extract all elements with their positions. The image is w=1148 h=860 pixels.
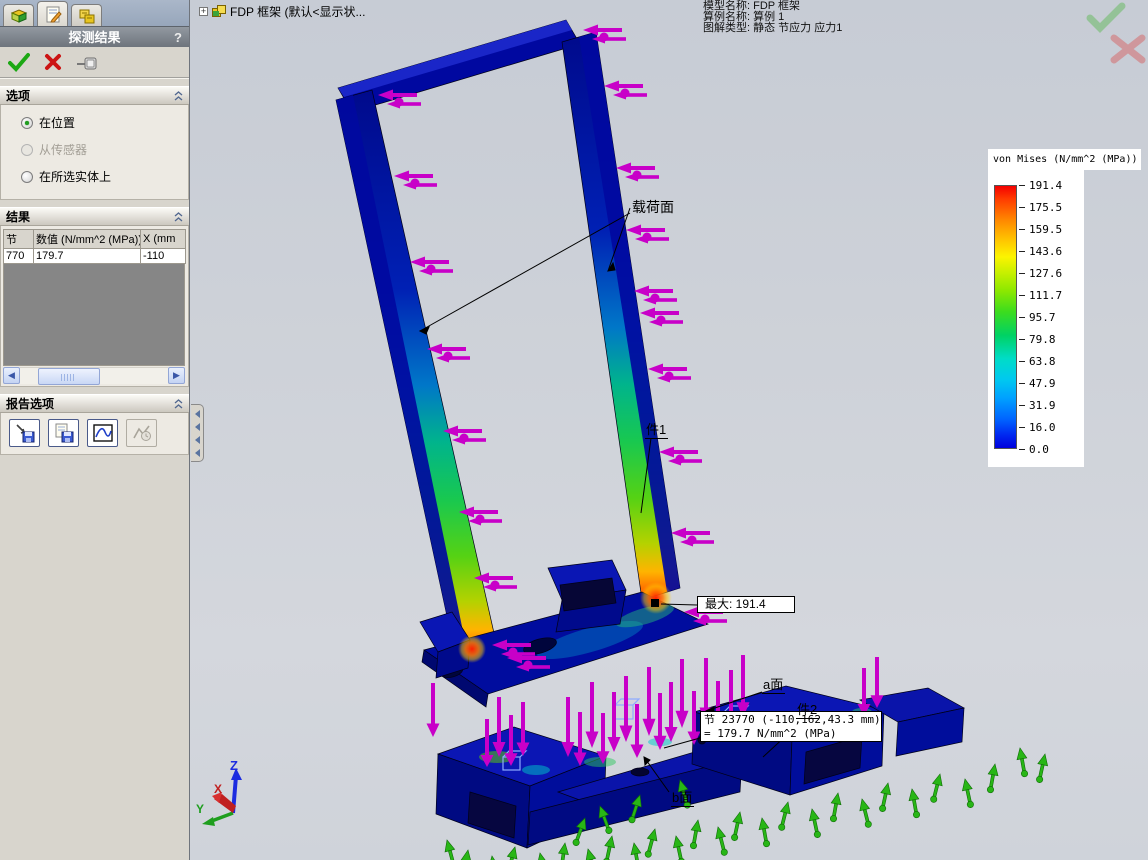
scroll-left-button[interactable]: ◀ (3, 367, 20, 384)
legend-color-bar (994, 185, 1017, 449)
help-button[interactable]: ? (174, 27, 182, 48)
save-probe-button[interactable] (9, 419, 40, 447)
radio-at-location[interactable]: 在位置 (21, 114, 184, 131)
scroll-right-button[interactable]: ▶ (168, 367, 185, 384)
legend-tick: 31.9 (1019, 399, 1056, 412)
annotation-part2: 件2 (796, 699, 820, 719)
assembly-icon (212, 5, 226, 18)
results-empty-area (3, 264, 185, 366)
orientation-triad: Z X Y (196, 758, 242, 826)
legend-tick: 63.8 (1019, 355, 1056, 368)
triad-y-label: Y (196, 802, 204, 816)
property-manager-panel: 探测结果 ? 选项 在位置 从传感器 在所选实体上 结果 节 数值 (N/mm^… (0, 0, 190, 860)
property-manager-tab[interactable] (37, 1, 68, 26)
collapse-chevron-icon (174, 90, 183, 100)
model-tree-tab[interactable] (3, 4, 34, 26)
results-horizontal-scrollbar[interactable]: ◀ ▶ (3, 367, 185, 385)
triad-z-label: Z (230, 758, 238, 773)
panel-actions (0, 47, 189, 79)
radio-button[interactable] (21, 116, 33, 129)
legend-tick: 95.7 (1019, 311, 1056, 324)
panel-collapse-tab[interactable] (191, 404, 204, 462)
configuration-tab-icon (79, 9, 94, 23)
confirm-cancel-icon[interactable] (1110, 34, 1146, 64)
confirmation-corner (1086, 2, 1146, 64)
pin-icon[interactable] (76, 54, 102, 70)
panel-title-bar: 探测结果 ? (0, 26, 189, 47)
triad-x-label: X (214, 782, 222, 796)
legend-tick: 111.7 (1019, 289, 1062, 302)
collapse-chevron-icon (174, 211, 183, 221)
probe-result-callout: 节 23770 (-110,162,43.3 mm) = 179.7 N/mm^2… (700, 711, 882, 742)
annotation-face-b: b面 (671, 787, 695, 807)
collapse-chevron-icon (174, 398, 183, 408)
stress-legend: 191.4 175.5 159.5 143.6 127.6 111.7 95.7 79.8 63… (988, 170, 1084, 467)
col-node[interactable]: 节 (3, 229, 34, 249)
radio-from-sensors[interactable]: 从传感器 (21, 141, 184, 158)
legend-tick: 191.4 (1019, 179, 1062, 192)
annotation-face-a: a面 (762, 674, 786, 694)
results-group: 结果 节 数值 (N/mm^2 (MPa)) X (mm 770 179.7 -… (0, 207, 189, 387)
property-manager-tab-icon (46, 6, 62, 22)
annotation-load-face: 载荷面 (632, 199, 674, 215)
cancel-x-icon[interactable] (44, 53, 62, 71)
radio-button[interactable] (21, 170, 33, 183)
legend-tick: 79.8 (1019, 333, 1056, 346)
scroll-thumb[interactable] (38, 368, 100, 385)
configuration-tab[interactable] (71, 4, 102, 26)
tree-expand-toggle[interactable]: + (199, 7, 208, 16)
legend-tick: 159.5 (1019, 223, 1062, 236)
tree-item-label: FDP 框架 (默认<显示状... (230, 5, 366, 19)
legend-tick: 16.0 (1019, 421, 1056, 434)
report-options-group: 报告选项 (0, 394, 189, 455)
scroll-track[interactable] (20, 367, 168, 385)
save-as-sensor-button[interactable] (48, 419, 79, 447)
plot-graph-icon (92, 424, 113, 442)
feature-tree-item[interactable]: + FDP 框架 (默认<显示状... (199, 3, 365, 20)
model-tree-tab-icon (10, 8, 27, 23)
annotation-part1: 件1 (645, 419, 669, 439)
save-as-sensor-icon (55, 423, 73, 443)
plot-graph-button[interactable] (87, 419, 118, 447)
legend-tick: 0.0 (1019, 443, 1049, 456)
col-x[interactable]: X (mm (140, 229, 186, 249)
plot-info-text: 模型名称: FDP 框架 算例名称: 算例 1 图解类型: 静态 节应力 应力1 (703, 0, 843, 34)
confirm-ok-icon[interactable] (1086, 2, 1126, 33)
radio-button[interactable] (21, 143, 33, 156)
options-group-header[interactable]: 选项 (0, 86, 189, 105)
manager-tab-strip (0, 0, 189, 26)
legend-title: von Mises (N/mm^2 (MPa)) (988, 149, 1141, 170)
col-value[interactable]: 数值 (N/mm^2 (MPa)) (33, 229, 141, 249)
save-probe-icon (15, 424, 34, 443)
options-group: 选项 在位置 从传感器 在所选实体上 (0, 86, 189, 200)
results-table[interactable]: 节 数值 (N/mm^2 (MPa)) X (mm 770 179.7 -110 (3, 229, 186, 264)
ok-check-icon[interactable] (8, 52, 30, 72)
results-group-header[interactable]: 结果 (0, 207, 189, 226)
report-options-header[interactable]: 报告选项 (0, 394, 189, 413)
max-stress-callout: 最大: 191.4 (697, 596, 795, 613)
panel-title: 探测结果 (68, 30, 121, 45)
legend-tick: 175.5 (1019, 201, 1062, 214)
radio-on-selected-entities[interactable]: 在所选实体上 (21, 168, 184, 185)
legend-tick: 127.6 (1019, 267, 1062, 280)
table-row[interactable]: 770 179.7 -110 (3, 248, 186, 264)
legend-tick: 143.6 (1019, 245, 1062, 258)
plot-history-button[interactable] (126, 419, 157, 447)
legend-tick: 47.9 (1019, 377, 1056, 390)
plot-history-icon (132, 425, 151, 441)
